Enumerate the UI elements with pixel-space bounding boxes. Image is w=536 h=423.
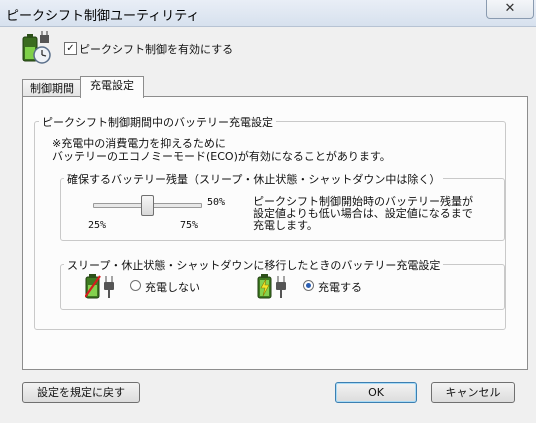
reserve-desc-line3: 充電します。 (253, 219, 318, 232)
radio-charge-label[interactable]: 充電する (318, 279, 362, 295)
battery-reserve-legend: 確保するバッテリー残量（スリープ・休止状態・シャットダウン中は除く） (64, 171, 444, 187)
charge-settings-legend: ピークシフト制御期間中のバッテリー充電設定 (39, 114, 276, 130)
enable-peak-shift-label[interactable]: ピークシフト制御を有効にする (79, 41, 233, 57)
cancel-button[interactable]: キャンセル (431, 382, 515, 403)
close-button[interactable]: ✕ (486, 0, 534, 19)
sleep-charge-legend: スリープ・休止状態・シャットダウンに移行したときのバッテリー充電設定 (64, 257, 444, 273)
eco-note-line2: バッテリーのエコノミーモード(ECO)が有効になることがあります。 (52, 150, 391, 163)
radio-no-charge[interactable] (130, 280, 141, 291)
peak-shift-app-icon (22, 31, 51, 64)
radio-charge[interactable] (303, 280, 314, 291)
tab-charge-settings[interactable]: 充電設定 (80, 76, 144, 98)
radio-no-charge-label[interactable]: 充電しない (145, 279, 200, 295)
enable-peak-shift-checkbox[interactable]: ✓ (64, 42, 77, 55)
reset-defaults-button[interactable]: 設定を規定に戻す (22, 382, 140, 403)
ok-button[interactable]: OK (335, 382, 417, 403)
window-title: ピークシフト制御ユーティリティ (6, 9, 200, 24)
battery-reserve-slider-thumb[interactable] (140, 195, 154, 216)
slider-max-label: 75% (180, 220, 199, 231)
slider-min-label: 25% (88, 220, 107, 231)
slider-value-label: 50% (207, 197, 226, 208)
battery-charge-icon (257, 274, 286, 299)
battery-no-charge-icon (85, 274, 114, 299)
